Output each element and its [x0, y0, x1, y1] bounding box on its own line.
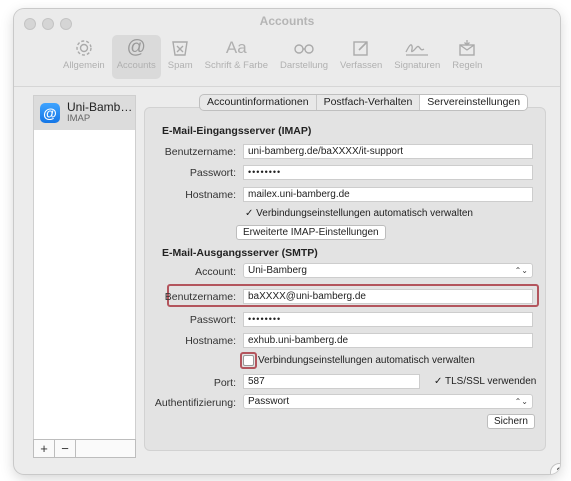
smtp-account-label: Account:: [195, 266, 236, 278]
smtp-account-value: Uni-Bamberg: [248, 265, 307, 276]
advanced-imap-settings-button[interactable]: Erweiterte IMAP-Einstellungen: [236, 225, 386, 240]
toolbar-label: Spam: [167, 60, 193, 71]
imap-password-field[interactable]: ••••••••: [243, 165, 533, 180]
account-row-uni-bamberg[interactable]: @ Uni-Bamb… IMAP: [34, 96, 135, 130]
smtp-port-field[interactable]: 587: [243, 374, 420, 389]
toolbar-darstellung[interactable]: Darstellung: [275, 35, 333, 79]
toolbar-label: Accounts: [116, 60, 156, 71]
imap-hostname-label: Hostname:: [185, 189, 236, 201]
smtp-auth-label: Authentifizierung:: [154, 397, 236, 409]
imap-password-label: Passwort:: [189, 167, 236, 179]
preferences-toolbar: Allgemein @ Accounts Spam Aa Schrift & F…: [58, 35, 487, 79]
toolbar-label: Signaturen: [394, 60, 441, 71]
smtp-auto-manage-checkbox[interactable]: [243, 355, 254, 366]
titlebar: Accounts Allgemein @ Accounts Spam Aa Sc…: [14, 9, 560, 87]
junk-icon: [170, 37, 190, 59]
toolbar-label: Schrift & Farbe: [204, 60, 268, 71]
imap-hostname-field[interactable]: mailex.uni-bamberg.de: [243, 187, 533, 202]
toolbar-spam[interactable]: Spam: [163, 35, 198, 79]
toolbar-schrift-farbe[interactable]: Aa Schrift & Farbe: [200, 35, 273, 79]
smtp-username-label: Benutzername:: [164, 291, 236, 303]
smtp-auth-value: Passwort: [248, 396, 290, 407]
tab-accountinformationen[interactable]: Accountinformationen: [200, 95, 317, 110]
toolbar-regeln[interactable]: Regeln: [447, 35, 487, 79]
account-type: IMAP: [67, 113, 91, 124]
imap-username-field[interactable]: uni-bamberg.de/baXXXX/it-support: [243, 144, 533, 159]
toolbar-accounts[interactable]: @ Accounts: [111, 35, 161, 79]
toolbar-signaturen[interactable]: Signaturen: [389, 35, 445, 79]
compose-icon: [351, 37, 371, 59]
account-list-controls: + −: [33, 439, 136, 458]
signature-icon: [404, 37, 430, 59]
save-button[interactable]: Sichern: [487, 414, 535, 429]
toolbar-label: Verfassen: [340, 60, 383, 71]
smtp-auth-select[interactable]: Passwort ⌃⌄: [243, 394, 533, 409]
toolbar-label: Allgemein: [63, 60, 105, 71]
at-icon: @: [40, 103, 60, 123]
window-title: Accounts: [259, 14, 315, 28]
rules-icon: [457, 37, 477, 59]
imap-heading: E-Mail-Eingangsserver (IMAP): [162, 125, 312, 137]
toolbar-allgemein[interactable]: Allgemein: [58, 35, 110, 79]
chevron-updown-icon: ⌃⌄: [514, 397, 528, 406]
glasses-icon: [292, 37, 316, 59]
chevron-updown-icon: ⌃⌄: [514, 266, 528, 275]
at-icon: @: [126, 37, 146, 58]
font-icon: Aa: [225, 38, 247, 57]
tab-postfach-verhalten[interactable]: Postfach-Verhalten: [317, 95, 421, 110]
remove-account-button[interactable]: −: [55, 440, 76, 457]
toolbar-label: Regeln: [452, 60, 483, 71]
account-name: Uni-Bamb…: [67, 100, 133, 114]
smtp-password-label: Passwort:: [189, 314, 236, 326]
smtp-port-label: Port:: [213, 377, 236, 389]
toolbar-verfassen[interactable]: Verfassen: [335, 35, 387, 79]
imap-username-label: Benutzername:: [164, 146, 236, 158]
accounts-list: @ Uni-Bamb… IMAP: [33, 95, 136, 450]
tab-servereinstellungen[interactable]: Servereinstellungen: [420, 95, 528, 110]
help-button[interactable]: ?: [550, 463, 560, 474]
smtp-account-select[interactable]: Uni-Bamberg ⌃⌄: [243, 263, 533, 278]
smtp-heading: E-Mail-Ausgangsserver (SMTP): [162, 247, 318, 259]
smtp-password-field[interactable]: ••••••••: [243, 312, 533, 327]
smtp-hostname-label: Hostname:: [185, 335, 236, 347]
toolbar-label: Darstellung: [279, 60, 329, 71]
imap-auto-manage-checkbox[interactable]: ✓ Verbindungseinstellungen automatisch v…: [245, 208, 473, 219]
smtp-auto-manage-label: Verbindungseinstellungen automatisch ver…: [258, 355, 475, 366]
gear-icon: [74, 37, 94, 59]
smtp-username-field[interactable]: baXXXX@uni-bamberg.de: [243, 289, 533, 304]
add-account-button[interactable]: +: [34, 440, 55, 457]
tls-ssl-checkbox[interactable]: ✓ TLS/SSL verwenden: [434, 376, 536, 387]
accounts-window: Accounts Allgemein @ Accounts Spam Aa Sc…: [14, 9, 560, 474]
smtp-hostname-field[interactable]: exhub.uni-bamberg.de: [243, 333, 533, 348]
account-tabs: Accountinformationen Postfach-Verhalten …: [199, 94, 529, 111]
